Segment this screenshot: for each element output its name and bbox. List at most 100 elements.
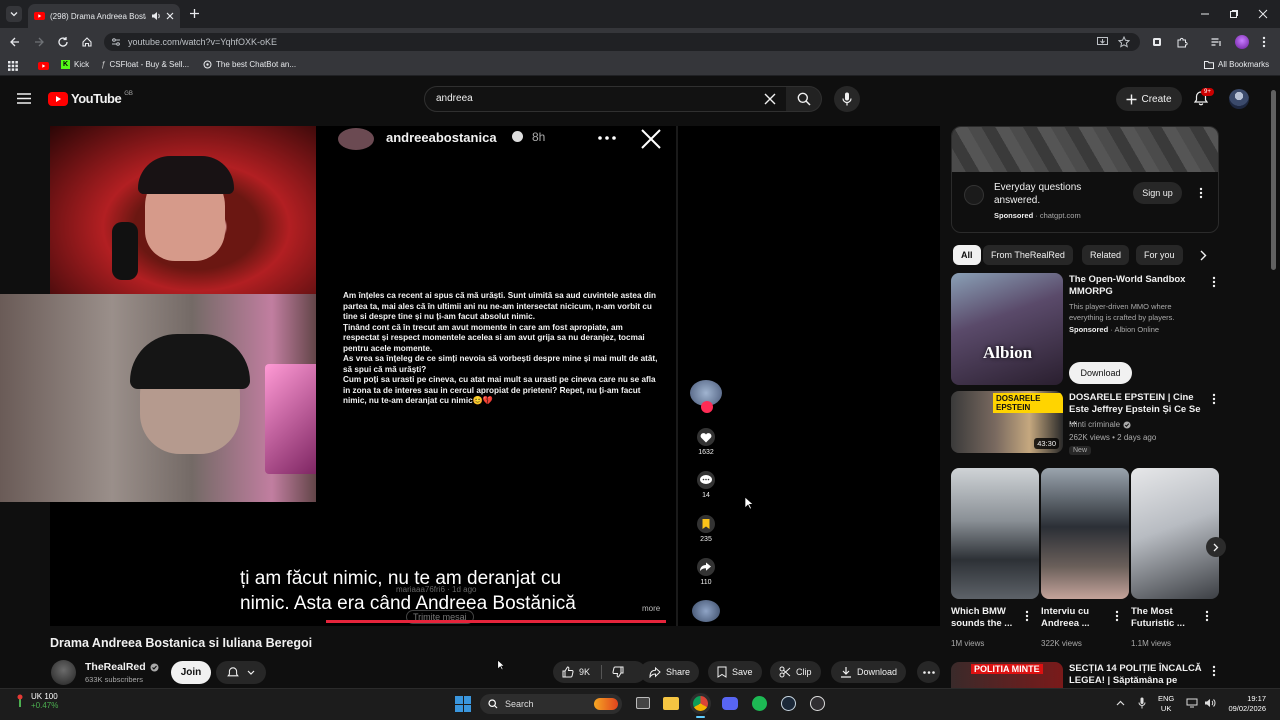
short-title-3[interactable]: The Most Futuristic ... [1131, 606, 1201, 630]
forward-icon[interactable] [33, 36, 45, 48]
join-button[interactable]: Join [171, 661, 211, 684]
short-thumbnail-1[interactable] [951, 468, 1039, 599]
chip-for-you[interactable]: For you [1136, 245, 1183, 265]
plus-icon [1126, 94, 1137, 104]
chevron-up-icon[interactable] [1116, 700, 1125, 706]
stock-alert-icon [17, 694, 23, 707]
clip-button[interactable]: Clip [770, 661, 821, 683]
more-actions-button[interactable] [917, 661, 940, 683]
site-info-icon[interactable] [111, 37, 121, 47]
stock-widget[interactable]: UK 100 +0.47% [14, 692, 58, 710]
short-thumbnail-2[interactable] [1041, 468, 1129, 599]
hamburger-menu-icon[interactable] [17, 93, 31, 104]
chip-related[interactable]: Related [1082, 245, 1130, 265]
save-button[interactable]: Save [708, 661, 762, 683]
bookmark-youtube-icon[interactable] [38, 62, 49, 70]
share-button[interactable]: Share [640, 661, 700, 683]
file-explorer-icon[interactable] [663, 697, 679, 710]
chip-from-channel[interactable]: From TheRealRed [983, 245, 1073, 265]
video-player[interactable]: andreeabostanica 8h Am înțeles ca recent… [0, 126, 940, 626]
back-icon[interactable] [9, 36, 21, 48]
verified-check-icon [1123, 420, 1131, 429]
network-icon[interactable] [1186, 698, 1198, 708]
chevron-right-icon[interactable] [1199, 250, 1207, 261]
language-indicator[interactable]: ENG UK [1158, 694, 1174, 714]
sidebar-ad-thumbnail[interactable]: Albion [951, 273, 1063, 385]
new-tab-icon[interactable] [189, 8, 200, 19]
subscribed-notification-button[interactable] [216, 661, 266, 684]
sign-up-button[interactable]: Sign up [1133, 182, 1182, 204]
media-control-icon[interactable] [1211, 37, 1222, 47]
volume-icon[interactable] [1204, 698, 1216, 708]
like-button[interactable]: 9K [553, 661, 599, 683]
short-more-icon[interactable] [1115, 610, 1119, 622]
bookmark-csfloat[interactable]: ƒ CSFloat - Buy & Sell... [101, 60, 189, 69]
item-more-icon[interactable] [1212, 393, 1216, 405]
chip-all[interactable]: All [953, 245, 981, 265]
epstein-channel[interactable]: Minti criminale [1069, 420, 1120, 429]
extension-icon[interactable] [1152, 37, 1162, 47]
short-more-icon[interactable] [1205, 610, 1209, 622]
short-title-1[interactable]: Which BMW sounds the ... [951, 606, 1021, 630]
channel-name-row[interactable]: TheRealRed [85, 661, 159, 673]
bookmark-chatbot[interactable]: The best ChatBot an... [203, 60, 296, 69]
download-button[interactable]: Download [831, 661, 907, 683]
tab-list-button[interactable] [6, 6, 22, 22]
discord-icon[interactable] [722, 697, 738, 710]
page-scrollbar[interactable] [1271, 90, 1276, 270]
taskbar-search[interactable]: Search [480, 694, 622, 714]
microphone-tray-icon[interactable] [1138, 697, 1146, 709]
bookmark-star-icon[interactable] [1118, 36, 1130, 48]
rail-music-disc [692, 600, 720, 622]
close-tab-icon[interactable] [166, 12, 174, 20]
channel-avatar[interactable] [51, 660, 76, 685]
start-button[interactable] [455, 696, 471, 712]
speaker-icon[interactable] [151, 11, 161, 21]
restore-icon[interactable] [1229, 9, 1239, 19]
short-thumbnail-3[interactable] [1131, 468, 1219, 599]
install-app-icon[interactable] [1097, 37, 1108, 47]
item-more-icon[interactable] [1212, 276, 1216, 288]
active-tab[interactable]: (298) Drama Andreea Bostanica si Iuliana… [28, 4, 180, 28]
all-bookmarks-label: All Bookmarks [1218, 60, 1270, 69]
voice-search-button[interactable] [834, 86, 860, 112]
minimize-icon[interactable] [1200, 9, 1210, 19]
url-text[interactable]: youtube.com/watch?v=YqhfOXK-oKE [128, 37, 277, 47]
task-view-icon[interactable] [636, 697, 650, 709]
search-query[interactable]: andreea [436, 93, 473, 104]
notifications-button[interactable]: 9+ [1194, 88, 1214, 109]
shorts-next-button[interactable] [1206, 537, 1226, 557]
chrome-menu-icon[interactable] [1262, 36, 1266, 48]
create-button[interactable]: Create [1116, 87, 1182, 111]
search-button[interactable] [786, 86, 822, 112]
steam-icon[interactable] [781, 696, 796, 711]
albion-download-button[interactable]: Download [1069, 362, 1132, 384]
short-more-icon[interactable] [1025, 610, 1029, 622]
account-avatar[interactable] [1229, 89, 1249, 109]
create-label: Create [1141, 93, 1172, 105]
obs-icon[interactable] [810, 696, 825, 711]
home-icon[interactable] [81, 36, 93, 48]
all-bookmarks[interactable]: All Bookmarks [1204, 60, 1269, 69]
ad-more-icon[interactable] [1199, 187, 1203, 199]
channel-name[interactable]: TheRealRed [85, 661, 146, 673]
close-window-icon[interactable] [1258, 9, 1268, 19]
clear-search-icon[interactable] [764, 93, 776, 105]
spotify-icon[interactable] [752, 696, 767, 711]
ad-card[interactable]: Everyday questions answered. Sponsored ·… [951, 126, 1219, 233]
dislike-button[interactable] [603, 661, 633, 683]
chrome-taskbar-icon[interactable] [693, 696, 708, 711]
profile-avatar[interactable] [1235, 35, 1249, 49]
search-input[interactable] [424, 86, 788, 112]
reload-icon[interactable] [57, 36, 69, 48]
youtube-logo[interactable]: YouTube GB [48, 91, 133, 106]
item-more-icon[interactable] [1212, 665, 1216, 677]
sidebar-ad-title[interactable]: The Open-World Sandbox MMORPG [1069, 274, 1199, 298]
extensions-puzzle-icon[interactable] [1176, 36, 1188, 48]
bookmark-kick[interactable]: K Kick [61, 60, 89, 69]
apps-grid-icon[interactable] [8, 61, 18, 71]
short-title-2[interactable]: Interviu cu Andreea ... [1041, 606, 1111, 630]
politia-thumbnail[interactable]: POLITIA MINTE [951, 662, 1063, 688]
epstein-thumbnail[interactable]: DOSARELE EPSTEIN 43:30 [951, 391, 1063, 453]
clock[interactable]: 19:17 09/02/2026 [1222, 694, 1266, 714]
